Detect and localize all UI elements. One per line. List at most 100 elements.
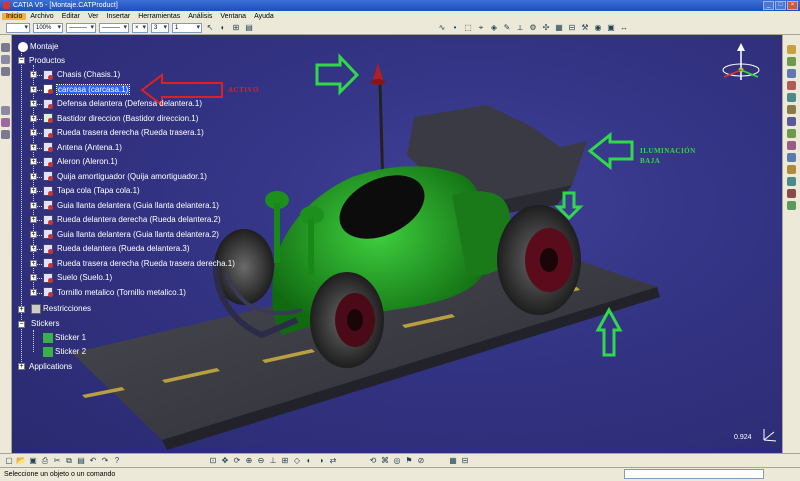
normal-view-icon[interactable]: ⊥: [268, 456, 278, 466]
menu-editar[interactable]: Editar: [58, 13, 84, 20]
tool-icon[interactable]: [1, 118, 10, 127]
catalog-icon[interactable]: ▦: [448, 456, 458, 466]
grid-icon[interactable]: ⊞: [231, 23, 241, 33]
redo-icon[interactable]: ↷: [100, 456, 110, 466]
undo-icon[interactable]: ↶: [88, 456, 98, 466]
menu-archivo[interactable]: Archivo: [26, 13, 57, 20]
spline-icon[interactable]: ∿: [437, 23, 447, 33]
zoom-combo[interactable]: 100%: [33, 22, 63, 33]
tool-icon[interactable]: [787, 129, 796, 138]
sketch-icon[interactable]: ✎: [502, 23, 512, 33]
iso-view-icon[interactable]: ◇: [292, 456, 302, 466]
tree-node-product[interactable]: Antena (Antena.1): [43, 142, 122, 153]
tree-node-sticker[interactable]: Sticker 2: [43, 346, 86, 357]
tool-icon[interactable]: [787, 117, 796, 126]
fit-all-icon[interactable]: ⊡: [208, 456, 218, 466]
tree-node-product[interactable]: Suelo (Suelo.1): [43, 272, 112, 283]
tool-icon[interactable]: [787, 105, 796, 114]
layer-combo[interactable]: 3: [151, 22, 169, 33]
menu-ventana[interactable]: Ventana: [216, 13, 250, 20]
copy-icon[interactable]: ⧉: [64, 456, 74, 466]
rotate-icon[interactable]: ⟳: [232, 456, 242, 466]
level-combo[interactable]: 1: [172, 22, 202, 33]
tree-node-root[interactable]: Montaje: [18, 41, 58, 52]
tree-node-sticker[interactable]: Sticker 1: [43, 332, 86, 343]
print-icon[interactable]: ⎙: [40, 456, 50, 466]
compass-tool-icon[interactable]: ✣: [541, 23, 551, 33]
tree-node-product[interactable]: Defensa delantera (Defensa delantera.1): [43, 98, 202, 109]
tree-node-product[interactable]: Rueda delantera (Rueda delantera.3): [43, 243, 190, 254]
select-icon[interactable]: ⬚: [463, 23, 473, 33]
tool-icon[interactable]: [787, 177, 796, 186]
tool-icon[interactable]: [1, 43, 10, 52]
section-icon[interactable]: ⊘: [416, 456, 426, 466]
3d-viewport[interactable]: ACTIVO ILUMINACIÓN BAJA Montaje − Produc…: [12, 35, 782, 453]
collapse-icon[interactable]: −: [18, 321, 25, 328]
line-weight-combo[interactable]: ———: [99, 22, 129, 33]
expand-icon[interactable]: +: [18, 363, 25, 370]
analysis-icon[interactable]: ◎: [392, 456, 402, 466]
clash-icon[interactable]: ⚑: [404, 456, 414, 466]
tool-icon[interactable]: [1, 106, 10, 115]
tool-icon[interactable]: [787, 57, 796, 66]
measure-icon[interactable]: ⌘: [380, 456, 390, 466]
tree-node-product[interactable]: Chasis (Chasis.1): [43, 69, 120, 80]
tool-icon[interactable]: [787, 189, 796, 198]
menu-ayuda[interactable]: Ayuda: [250, 13, 278, 20]
tool-icon[interactable]: [787, 141, 796, 150]
new-icon[interactable]: ▢: [4, 456, 14, 466]
menu-insertar[interactable]: Insertar: [103, 13, 135, 20]
tree-node-product[interactable]: Quija amortiguador (Quija amortiguador.1…: [43, 171, 207, 182]
swap-icon[interactable]: ⇄: [328, 456, 338, 466]
close-button[interactable]: ×: [787, 1, 798, 10]
command-input[interactable]: [624, 469, 764, 479]
tree-node-product[interactable]: Aleron (Aleron.1): [43, 156, 117, 167]
dimension-icon[interactable]: ↔: [619, 23, 629, 33]
menu-herramientas[interactable]: Herramientas: [134, 13, 184, 20]
cut-icon[interactable]: ✂: [52, 456, 62, 466]
compass-icon[interactable]: [722, 43, 760, 80]
help-icon[interactable]: ?: [112, 456, 122, 466]
tree-node-product[interactable]: Rueda delantera derecha (Rueda delantera…: [43, 214, 221, 225]
tree-node-product[interactable]: Rueda trasera derecha (Rueda trasera.1): [43, 127, 204, 138]
paint-icon[interactable]: ◐: [218, 23, 228, 33]
paste-icon[interactable]: ▤: [76, 456, 86, 466]
tree-node-productos[interactable]: Productos: [29, 55, 65, 66]
tree-node-stickers[interactable]: Stickers: [31, 318, 59, 329]
tool-icon[interactable]: [787, 69, 796, 78]
multi-view-icon[interactable]: ⊞: [280, 456, 290, 466]
update-icon[interactable]: ⟲: [368, 456, 378, 466]
collapse-icon[interactable]: −: [18, 57, 25, 64]
minimize-button[interactable]: _: [763, 1, 774, 10]
expand-icon[interactable]: +: [18, 306, 25, 313]
workbench-icon[interactable]: [787, 45, 796, 54]
tree-node-applications[interactable]: Applications: [29, 361, 72, 372]
filter-icon[interactable]: ⚙: [528, 23, 538, 33]
tree-node-product[interactable]: Guia llanta delantera (Guia llanta delan…: [43, 200, 219, 211]
menu-inicio[interactable]: Inicio: [2, 12, 27, 20]
tool-icon[interactable]: [787, 93, 796, 102]
maximize-button[interactable]: □: [775, 1, 786, 10]
tree-node-product[interactable]: Rueda trasera derecha (Rueda trasera der…: [43, 258, 235, 269]
tool-icon[interactable]: [787, 201, 796, 210]
cube-icon[interactable]: ▣: [606, 23, 616, 33]
hide-show-icon[interactable]: ◑: [316, 456, 326, 466]
sphere-icon[interactable]: ◉: [593, 23, 603, 33]
format-icon[interactable]: ▤: [244, 23, 254, 33]
point-icon[interactable]: •: [450, 23, 460, 33]
assembly-icon[interactable]: ⚒: [580, 23, 590, 33]
pointer-icon[interactable]: ↖: [205, 23, 215, 33]
font-combo[interactable]: [6, 22, 30, 33]
layers-icon[interactable]: ▦: [554, 23, 564, 33]
tool-icon[interactable]: [787, 81, 796, 90]
publish-icon[interactable]: ⊟: [460, 456, 470, 466]
zoom-in-icon[interactable]: ⊕: [244, 456, 254, 466]
symbol-combo[interactable]: ×: [132, 22, 148, 33]
tree-node-product[interactable]: Bastidor direccion (Bastidor direccion.1…: [43, 113, 198, 124]
tool-icon[interactable]: [787, 165, 796, 174]
tool-icon[interactable]: [1, 67, 10, 76]
tree-node-product[interactable]: Tornillo metalico (Tornillo metalico.1): [43, 287, 186, 298]
tree-node-product[interactable]: Tapa cola (Tapa cola.1): [43, 185, 140, 196]
render-icon[interactable]: ◈: [489, 23, 499, 33]
tree-node-restricciones[interactable]: Restricciones: [31, 303, 91, 314]
